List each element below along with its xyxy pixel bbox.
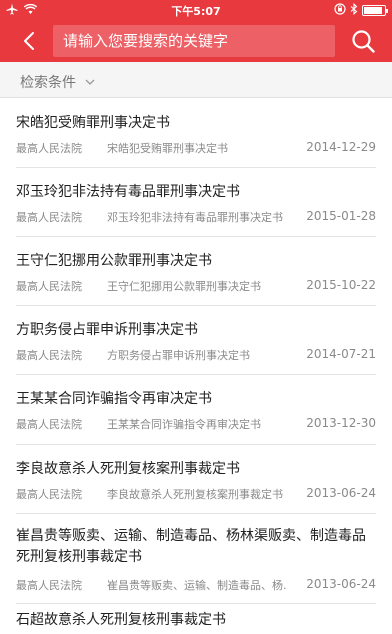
result-summary: 宋皓犯受贿罪刑事决定书 [107, 142, 228, 155]
chevron-left-icon [24, 32, 34, 50]
result-title: 李良故意杀人死刑复核案刑事裁定书 [16, 461, 240, 477]
back-button[interactable] [16, 27, 44, 55]
result-date: 2014-12-29 [306, 140, 376, 154]
result-court: 最高人民法院 [16, 211, 82, 224]
result-date: 2013-06-24 [306, 486, 376, 500]
result-court: 最高人民法院 [16, 488, 82, 501]
search-box[interactable] [53, 25, 335, 57]
search-input[interactable] [53, 25, 335, 57]
result-date: 2015-01-28 [306, 209, 376, 223]
result-summary: 李良故意杀人死刑复核案刑事裁定书 [107, 488, 283, 501]
result-summary: 邓玉玲犯非法持有毒品罪刑事决定书 [107, 211, 283, 224]
result-title: 宋皓犯受贿罪刑事决定书 [16, 115, 170, 131]
result-court: 最高人民法院 [16, 579, 82, 592]
list-item[interactable]: 崔昌贵等贩卖、运输、制造毒品、杨林渠贩卖、制造毒品死刑复核刑事裁定书 最高人民法… [0, 514, 392, 604]
filter-bar[interactable]: 检索条件 [0, 62, 392, 98]
result-court: 最高人民法院 [16, 349, 82, 362]
search-button[interactable] [350, 28, 376, 54]
lock-rotation-icon [334, 3, 346, 18]
status-right [334, 2, 388, 18]
battery-icon [362, 5, 388, 16]
list-item[interactable]: 王某某合同诈骗指令再审决定书 最高人民法院 王某某合同诈骗指令再审决定书 201… [0, 375, 392, 445]
result-title: 王守仁犯挪用公款罪刑事决定书 [16, 253, 212, 269]
result-title: 方职务侵占罪申诉刑事决定书 [16, 322, 198, 338]
search-icon [352, 30, 375, 53]
bluetooth-icon [350, 2, 358, 18]
result-summary: 崔昌贵等贩卖、运输、制造毒品、杨... [107, 579, 287, 592]
status-bar: 下午5:07 [0, 0, 392, 20]
result-title: 王某某合同诈骗指令再审决定书 [16, 391, 212, 407]
result-court: 最高人民法院 [16, 280, 82, 293]
chevron-down-icon [84, 73, 96, 85]
list-item[interactable]: 宋皓犯受贿罪刑事决定书 最高人民法院 宋皓犯受贿罪刑事决定书 2014-12-2… [0, 99, 392, 168]
search-header [0, 20, 392, 62]
result-title: 崔昌贵等贩卖、运输、制造毒品、杨林渠贩卖、制造毒品死刑复核刑事裁定书 [16, 528, 366, 565]
list-item[interactable]: 李良故意杀人死刑复核案刑事裁定书 最高人民法院 李良故意杀人死刑复核案刑事裁定书… [0, 445, 392, 514]
list-item[interactable]: 方职务侵占罪申诉刑事决定书 最高人民法院 方职务侵占罪申诉刑事决定书 2014-… [0, 306, 392, 375]
result-title: 邓玉玲犯非法持有毒品罪刑事决定书 [16, 184, 240, 200]
result-court: 最高人民法院 [16, 142, 82, 155]
result-date: 2013-12-30 [306, 416, 376, 430]
result-court: 最高人民法院 [16, 418, 82, 431]
list-item[interactable]: 石超故意杀人死刑复核刑事裁定书 [0, 604, 392, 634]
result-summary: 王守仁犯挪用公款罪刑事决定书 [107, 280, 261, 293]
result-date: 2015-10-22 [306, 278, 376, 292]
list-item[interactable]: 邓玉玲犯非法持有毒品罪刑事决定书 最高人民法院 邓玉玲犯非法持有毒品罪刑事决定书… [0, 168, 392, 237]
result-date: 2013-06-24 [306, 577, 376, 591]
filter-label: 检索条件 [20, 75, 76, 91]
list-item[interactable]: 王守仁犯挪用公款罪刑事决定书 最高人民法院 王守仁犯挪用公款罪刑事决定书 201… [0, 237, 392, 306]
result-date: 2014-07-21 [306, 347, 376, 361]
result-title: 石超故意杀人死刑复核刑事裁定书 [16, 612, 226, 628]
result-summary: 王某某合同诈骗指令再审决定书 [107, 418, 261, 431]
result-summary: 方职务侵占罪申诉刑事决定书 [107, 349, 250, 362]
